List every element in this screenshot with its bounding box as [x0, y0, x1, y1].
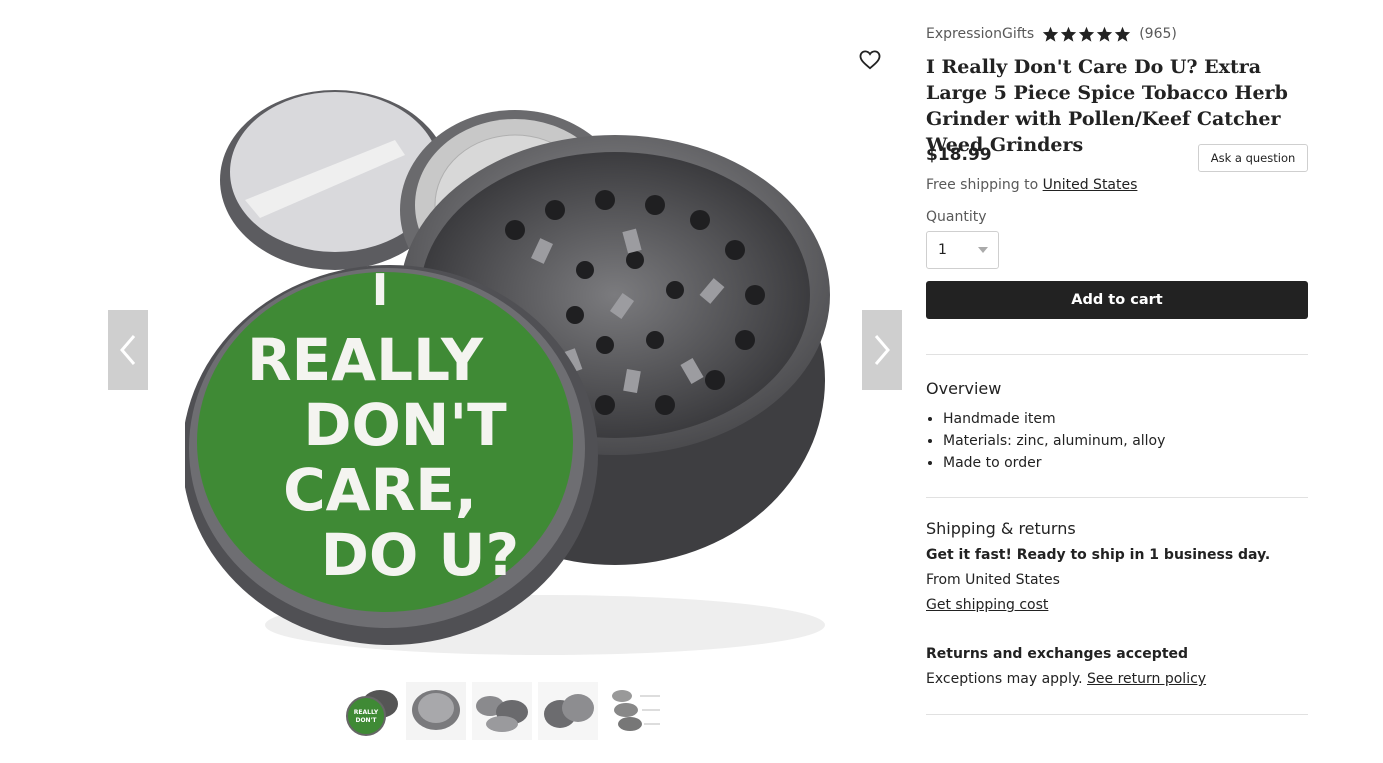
quantity-value: 1 [938, 242, 947, 258]
svg-text:REALLY: REALLY [354, 709, 379, 716]
ask-question-button[interactable]: Ask a question [1198, 144, 1308, 172]
thumbnail-1[interactable]: REALLY DON'T [340, 682, 400, 740]
shipping-prefix: Free shipping to [926, 177, 1039, 193]
lid-text-line-2: REALLY [247, 326, 484, 394]
next-image-button[interactable] [862, 310, 902, 390]
thumbnail-4[interactable] [538, 682, 598, 740]
lid-text-line-5: DO U? [321, 521, 519, 589]
add-to-cart-button[interactable]: Add to cart [926, 281, 1308, 319]
star-icon [1115, 26, 1131, 42]
get-shipping-cost-link[interactable]: Get shipping cost [926, 597, 1048, 613]
returns-exceptions-line: Exceptions may apply. See return policy [926, 671, 1206, 687]
svg-text:DON'T: DON'T [355, 717, 377, 724]
ships-from-text: From United States [926, 572, 1060, 588]
shipping-destination-link[interactable]: United States [1043, 177, 1138, 193]
chevron-down-icon [978, 247, 988, 253]
ready-to-ship-text: Get it fast! Ready to ship in 1 business… [926, 547, 1271, 563]
chevron-right-icon [874, 335, 890, 365]
heart-outline-icon [859, 50, 881, 70]
divider [926, 354, 1308, 355]
price: $18.99 [926, 145, 992, 165]
star-icon [1079, 26, 1095, 42]
overview-title: Overview [926, 379, 1002, 398]
exceptions-text: Exceptions may apply. [926, 671, 1083, 687]
star-rating [1042, 26, 1131, 42]
previous-image-button[interactable] [108, 310, 148, 390]
main-product-image: I REALLY DON'T CARE, DO U? [185, 90, 830, 655]
quantity-select[interactable]: 1 [926, 231, 999, 269]
lid-text-line-3: DON'T [303, 391, 507, 459]
list-item: Made to order [943, 452, 1165, 474]
favorite-button[interactable] [856, 46, 884, 74]
thumbnail-2[interactable] [406, 682, 466, 740]
chevron-left-icon [120, 335, 136, 365]
divider [926, 714, 1308, 715]
free-shipping-line: Free shipping to United States [926, 177, 1137, 193]
overview-list: Handmade item Materials: zinc, aluminum,… [943, 408, 1165, 474]
shop-name-link[interactable]: ExpressionGifts [926, 26, 1034, 42]
return-policy-link[interactable]: See return policy [1087, 671, 1206, 687]
listing-title: I Really Don't Care Do U? Extra Large 5 … [926, 56, 1288, 156]
thumbnail-strip: REALLY DON'T [340, 682, 664, 740]
star-icon [1097, 26, 1113, 42]
thumbnail-5[interactable] [604, 682, 664, 740]
thumbnail-3[interactable] [472, 682, 532, 740]
star-icon [1043, 26, 1059, 42]
shop-row: ExpressionGifts (965) [926, 26, 1177, 42]
list-item: Materials: zinc, aluminum, alloy [943, 430, 1165, 452]
list-item: Handmade item [943, 408, 1165, 430]
image-gallery: I REALLY DON'T CARE, DO U? REALLY DON'T [0, 0, 910, 763]
lid-text-line-1: I [372, 265, 388, 316]
returns-title: Returns and exchanges accepted [926, 646, 1189, 662]
review-count[interactable]: (965) [1139, 26, 1177, 42]
shipping-returns-title: Shipping & returns [926, 519, 1076, 538]
quantity-label: Quantity [926, 209, 987, 225]
lid-text-line-4: CARE, [283, 456, 477, 524]
star-icon [1061, 26, 1077, 42]
divider [926, 497, 1308, 498]
